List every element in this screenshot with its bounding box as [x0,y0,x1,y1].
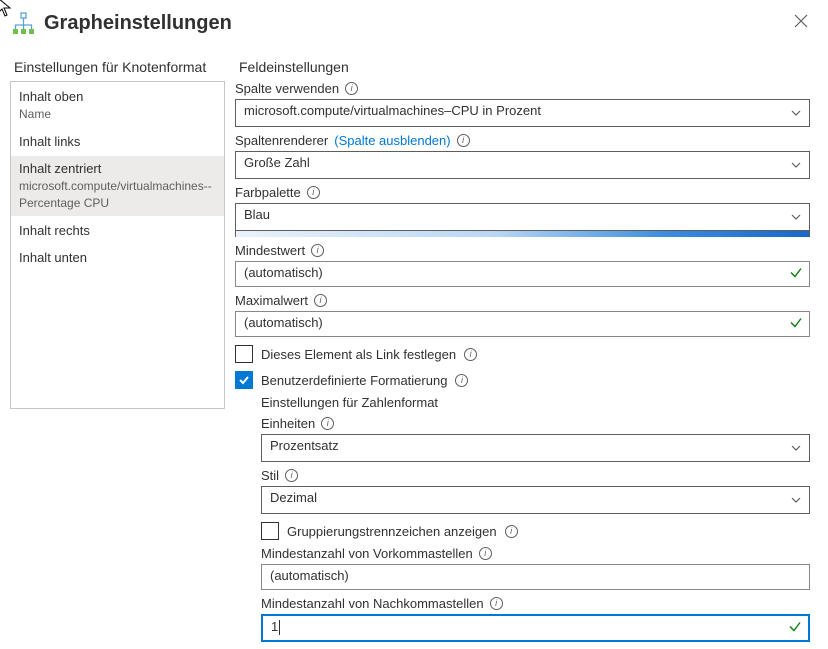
info-icon[interactable]: i [321,417,334,430]
sidebar-item-center[interactable]: Inhalt zentriert microsoft.compute/virtu… [11,156,224,216]
input-value: (automatisch) [244,265,323,280]
number-format-section: Einstellungen für Zahlenformat Einheiten… [261,395,810,649]
info-icon[interactable]: i [455,374,468,387]
sidebar-item-label: Inhalt links [19,133,216,150]
max-label: Maximalwert [235,293,308,308]
min-frac-input[interactable]: 1 [261,614,810,642]
palette-select[interactable]: Blau [235,203,810,231]
info-icon[interactable]: i [285,469,298,482]
input-value: 1 [271,619,278,634]
input-value: (automatisch) [244,315,323,330]
custom-format-checkbox[interactable] [235,371,253,389]
use-column-select[interactable]: microsoft.compute/virtualmachines–CPU in… [235,99,810,127]
sidebar-item-top[interactable]: Inhalt oben Name [11,84,224,127]
dialog-title: Grapheinstellungen [44,12,790,35]
select-value: Große Zahl [235,151,810,179]
units-label: Einheiten [261,416,315,431]
palette-label: Farbpalette [235,185,301,200]
min-frac-label: Mindestanzahl von Nachkommastellen [261,596,484,611]
style-label: Stil [261,468,279,483]
sidebar-item-label: Inhalt rechts [19,222,216,239]
select-value: Prozentsatz [261,434,810,462]
sidebar-item-label: Inhalt zentriert [19,160,216,177]
renderer-select[interactable]: Große Zahl [235,151,810,179]
select-value: microsoft.compute/virtualmachines–CPU in… [235,99,810,127]
grouping-checkbox-label: Gruppierungstrennzeichen anzeigen [287,524,497,539]
custom-format-label: Benutzerdefinierte Formatierung [261,373,447,388]
select-value: Dezimal [261,486,810,514]
sidebar-item-sub: Name [19,106,216,123]
min-label: Mindestwert [235,243,305,258]
sidebar-item-left[interactable]: Inhalt links [11,129,224,154]
info-icon[interactable]: i [314,294,327,307]
info-icon[interactable]: i [464,348,477,361]
info-icon[interactable]: i [490,597,503,610]
left-pane-title: Einstellungen für Knotenformat [10,59,225,75]
dialog-header: Grapheinstellungen [0,0,828,45]
sidebar-item-label: Inhalt unten [19,249,216,266]
info-icon[interactable]: i [307,186,320,199]
max-value-input[interactable]: (automatisch) [235,311,810,337]
hide-column-link[interactable]: (Spalte ausblenden) [334,133,450,148]
graph-icon [10,11,36,37]
sidebar-item-right[interactable]: Inhalt rechts [11,218,224,243]
link-checkbox[interactable] [235,345,253,363]
check-icon [789,266,803,283]
select-value: Blau [235,203,810,231]
palette-preview [235,231,810,237]
info-icon[interactable]: i [505,525,518,538]
check-icon [789,316,803,333]
sidebar-item-sub: microsoft.compute/virtualmachines--Perce… [19,178,216,212]
info-icon[interactable]: i [345,82,358,95]
grouping-checkbox[interactable] [261,522,279,540]
right-pane-title: Feldeinstellungen [235,59,810,75]
renderer-label: Spaltenrenderer [235,133,328,148]
min-int-input[interactable]: (automatisch) [261,564,810,590]
input-value: (automatisch) [270,568,349,583]
units-select[interactable]: Prozentsatz [261,434,810,462]
check-icon [788,620,802,637]
number-format-heading: Einstellungen für Zahlenformat [261,395,810,410]
style-select[interactable]: Dezimal [261,486,810,514]
min-int-label: Mindestanzahl von Vorkommastellen [261,546,473,561]
info-icon[interactable]: i [457,134,470,147]
info-icon[interactable]: i [479,547,492,560]
sidebar-item-bottom[interactable]: Inhalt unten [11,245,224,270]
use-column-label: Spalte verwenden [235,81,339,96]
node-format-list: Inhalt oben Name Inhalt links Inhalt zen… [10,81,225,409]
close-icon[interactable] [790,10,812,37]
min-value-input[interactable]: (automatisch) [235,261,810,287]
info-icon[interactable]: i [311,244,324,257]
link-checkbox-label: Dieses Element als Link festlegen [261,347,456,362]
sidebar-item-label: Inhalt oben [19,88,216,105]
